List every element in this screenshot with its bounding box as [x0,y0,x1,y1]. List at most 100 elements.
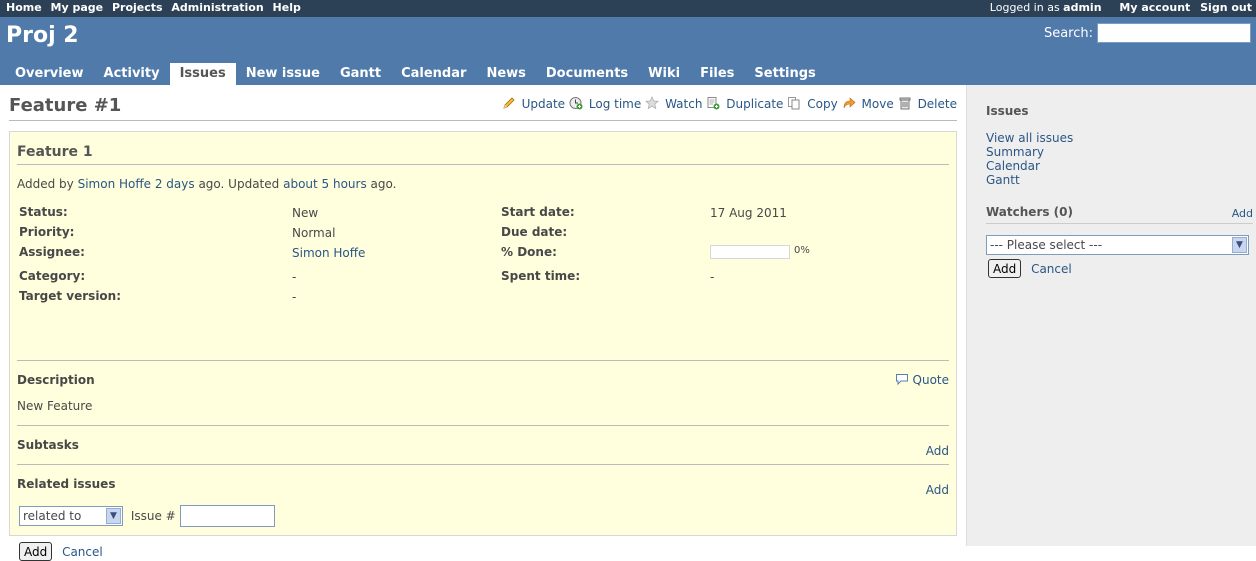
due-date-label: Due date: [501,225,568,239]
due-date-value [710,223,940,243]
delete-link[interactable]: Delete [918,97,957,111]
page-title: Feature #1 [9,95,122,116]
issue-author-line: Added by Simon Hoffe 2 days ago. Updated… [17,177,396,191]
sidebar-link-calendar[interactable]: Calendar [986,159,1073,173]
add-watcher-button[interactable]: Add [988,259,1022,278]
added-ago-link[interactable]: 2 days [155,177,195,191]
added-by-label: Added by [17,177,74,191]
tab-new-issue[interactable]: New issue [236,63,330,85]
tab-gantt[interactable]: Gantt [330,63,391,85]
search-input[interactable] [1097,23,1251,43]
clock-add-icon [569,97,583,110]
issue-title-row: Feature #1 Update Log time Watch Duplica… [9,85,957,121]
chevron-down-icon: ▼ [106,508,121,524]
add-relation-button[interactable]: Add [19,542,53,561]
top-link-my-page[interactable]: My page [51,1,104,14]
content: Feature #1 Update Log time Watch Duplica… [0,85,966,561]
sidebar: Issues View all issues Summary Calendar … [966,85,1256,546]
main-menu: Overview Activity Issues New issue Gantt… [5,63,826,85]
header: Proj 2 Search: Overview Activity Issues … [0,17,1256,85]
watcher-user-select[interactable]: --- Please select --- ▼ [986,235,1249,255]
relation-type-value: related to [23,509,82,523]
tab-news[interactable]: News [476,63,535,85]
sidebar-link-view-all-issues[interactable]: View all issues [986,131,1073,145]
sidebar-issues-title: Issues [986,104,1029,118]
issue-subject: Feature 1 [17,144,949,165]
assignee-label: Assignee: [19,245,85,259]
duplicate-link[interactable]: Duplicate [726,97,783,111]
log-time-link[interactable]: Log time [589,97,641,111]
watchers-add-link[interactable]: Add [1232,207,1253,220]
top-link-sign-out[interactable]: Sign out [1200,1,1252,14]
assignee-link[interactable]: Simon Hoffe [292,246,365,260]
ago-end-label: ago. [370,177,397,191]
subtasks-add-link[interactable]: Add [926,444,949,458]
tab-activity[interactable]: Activity [94,63,170,85]
divider [17,360,949,361]
trash-icon [899,97,911,110]
pencil-icon [502,97,515,109]
tab-documents[interactable]: Documents [536,63,638,85]
logged-user-link[interactable]: admin [1063,1,1101,14]
move-link[interactable]: Move [862,97,894,111]
tab-issues[interactable]: Issues [169,63,236,85]
related-add-link[interactable]: Add [926,483,949,497]
relation-type-select[interactable]: related to ▼ [19,506,123,526]
sidebar-issue-links: View all issues Summary Calendar Gantt [986,131,1073,187]
divider [17,425,949,426]
watcher-select-value: --- Please select --- [990,238,1103,252]
duplicate-icon [707,97,720,110]
cancel-relation-link[interactable]: Cancel [62,545,103,559]
top-link-home[interactable]: Home [6,1,42,14]
tab-calendar[interactable]: Calendar [391,63,476,85]
divider [17,464,949,465]
cancel-watcher-link[interactable]: Cancel [1031,262,1072,276]
watchers-title: Watchers (0) [986,205,1073,219]
tab-wiki[interactable]: Wiki [638,63,690,85]
issue-details: Feature 1 Added by Simon Hoffe 2 days ag… [9,131,957,561]
contextual-actions: Update Log time Watch Duplicate Copy Mov… [502,96,957,111]
top-link-administration[interactable]: Administration [171,1,263,14]
updated-label: ago. Updated [198,177,280,191]
top-menu-right: Logged in as admin My account Sign out [990,1,1252,14]
watch-link[interactable]: Watch [665,97,702,111]
copy-link[interactable]: Copy [807,97,837,111]
move-arrow-icon [843,97,855,109]
description-text: New Feature [17,399,93,413]
subtasks-title: Subtasks [17,438,79,452]
done-value: 0% [710,243,940,267]
updated-ago-link[interactable]: about 5 hours [283,177,367,191]
search-label: Search: [1043,25,1093,41]
top-link-projects[interactable]: Projects [112,1,163,14]
copy-icon [788,97,800,110]
sidebar-link-summary[interactable]: Summary [986,145,1073,159]
top-link-help[interactable]: Help [273,1,301,14]
star-icon [645,96,659,110]
spent-time-value: - [710,270,715,284]
sidebar-link-gantt[interactable]: Gantt [986,173,1073,187]
category-value: - [292,270,297,284]
tab-settings[interactable]: Settings [744,63,825,85]
speech-bubble-icon [895,374,908,386]
done-label: % Done: [501,245,557,259]
logged-as-label: Logged in as [989,1,1060,14]
assignee-value: Simon Hoffe [292,243,501,267]
issue-number-input[interactable] [179,505,275,527]
top-link-my-account[interactable]: My account [1119,1,1190,14]
project-title: Proj 2 [6,23,79,48]
quote-action: Quote [895,372,949,387]
logged-as: Logged in as admin [990,1,1102,14]
empty-cell [501,287,710,307]
target-version-value: - [292,290,297,304]
target-version-label: Target version: [19,289,122,303]
update-link[interactable]: Update [522,97,565,111]
quote-link[interactable]: Quote [913,373,949,387]
tab-overview[interactable]: Overview [5,63,94,85]
status-value: New [292,206,319,220]
tab-files[interactable]: Files [690,63,744,85]
author-link[interactable]: Simon Hoffe [78,177,151,191]
main: Feature #1 Update Log time Watch Duplica… [0,85,1256,561]
description-title: Description [17,373,95,387]
quick-search: Search: [1044,23,1251,43]
category-label: Category: [19,269,86,283]
